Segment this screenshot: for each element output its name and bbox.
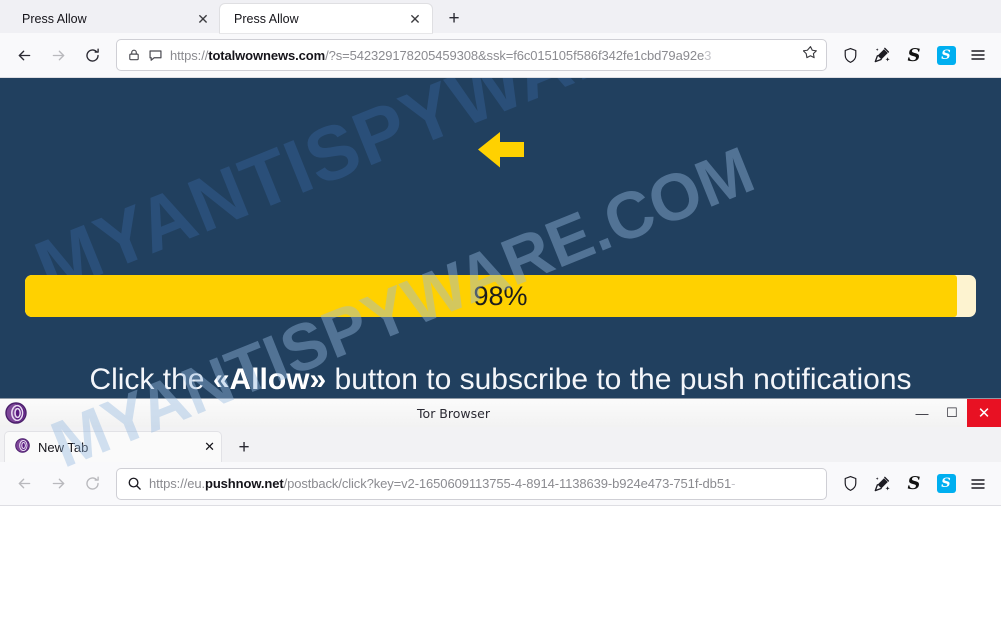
new-identity-broom-icon[interactable] [867,469,897,499]
left-arrow-icon [477,132,524,168]
strongbox-s-icon[interactable]: S [899,469,929,499]
tab-title: New Tab [38,439,89,455]
new-identity-broom-icon[interactable] [867,40,897,70]
tor-navigation-toolbar: https://eu.pushnow.net/postback/click?ke… [0,462,1001,506]
tor-onion-icon [5,402,27,429]
navigation-toolbar: https://totalwownews.com/?s=542329178205… [0,33,1001,78]
toolbar-icons: S S [835,40,993,70]
cta-highlight: «Allow» [212,363,327,396]
skype-s-icon[interactable]: S [931,469,961,499]
strongbox-letter: S [907,473,921,494]
shield-icon[interactable] [835,40,865,70]
address-bar-text: https://totalwownews.com/?s=542329178205… [170,47,712,63]
shield-icon[interactable] [835,469,865,499]
skype-badge-letter: S [936,474,956,493]
skype-badge-letter: S [936,45,956,65]
tab-press-allow-1[interactable]: Press Allow ✕ [8,4,220,33]
tab-press-allow-2[interactable]: Press Allow ✕ [220,4,432,33]
tab-title: Press Allow [234,11,299,26]
tor-title-bar[interactable]: Tor Browser — ☐ ✕ [0,399,1001,427]
tab-title: Press Allow [22,11,87,26]
maximize-button[interactable]: ☐ [937,399,967,427]
hamburger-menu-icon[interactable] [963,469,993,499]
close-button[interactable]: ✕ [967,399,1001,427]
cta-text: Click the «Allow» button to subscribe to… [0,363,1001,397]
arrow-container [0,128,1001,172]
close-icon[interactable]: ✕ [406,10,424,28]
tor-toolbar-icons: S S [835,469,993,499]
strongbox-s-icon[interactable]: S [899,40,929,70]
back-arrow-icon [8,468,40,500]
tab-new-tab[interactable]: New Tab ✕ [4,431,222,462]
progress-bar: 98% [25,275,976,317]
browser-window-primary: Press Allow ✕ Press Allow ✕ + https://to… [0,0,1001,398]
tor-onion-icon [15,438,30,456]
window-controls: — ☐ ✕ [907,399,1001,427]
padlock-icon [127,48,141,62]
search-icon [127,476,142,491]
tor-address-bar-text: https://eu.pushnow.net/postback/click?ke… [149,476,736,491]
skype-s-icon[interactable]: S [931,40,961,70]
bookmark-star-icon[interactable] [802,45,818,65]
cta-before: Click the [89,363,213,396]
tor-content-area [0,506,1001,624]
tor-window-title: Tor Browser [417,405,490,421]
tor-address-bar[interactable]: https://eu.pushnow.net/postback/click?ke… [116,467,827,500]
progress-label: 98% [473,280,528,311]
address-bar[interactable]: https://totalwownews.com/?s=542329178205… [116,39,827,71]
browser-window-tor: Tor Browser — ☐ ✕ MYANTISPYWARE.COM New … [0,132,1001,624]
new-tab-button[interactable]: + [440,4,468,32]
hamburger-menu-icon[interactable] [963,40,993,70]
strongbox-letter: S [907,44,921,66]
new-tab-button[interactable]: + [230,433,258,461]
tor-tab-strip: MYANTISPYWARE.COM New Tab ✕ + [0,132,1001,481]
scam-page-content: MYANTISPYWARE.COM 98% Click the «Allow» … [0,78,1001,398]
reload-icon[interactable] [76,39,108,71]
cta-after: button to subscribe to the push notifica… [326,363,912,396]
forward-arrow-icon [42,39,74,71]
forward-arrow-icon [42,468,74,500]
close-icon[interactable]: ✕ [204,439,215,455]
permissions-bubble-icon[interactable] [148,48,163,63]
tab-strip: Press Allow ✕ Press Allow ✕ + [0,0,1001,33]
close-icon[interactable]: ✕ [194,10,212,28]
screenshot-root: Press Allow ✕ Press Allow ✕ + https://to… [0,0,1001,624]
minimize-button[interactable]: — [907,399,937,427]
back-arrow-icon[interactable] [8,39,40,71]
reload-icon [76,468,108,500]
